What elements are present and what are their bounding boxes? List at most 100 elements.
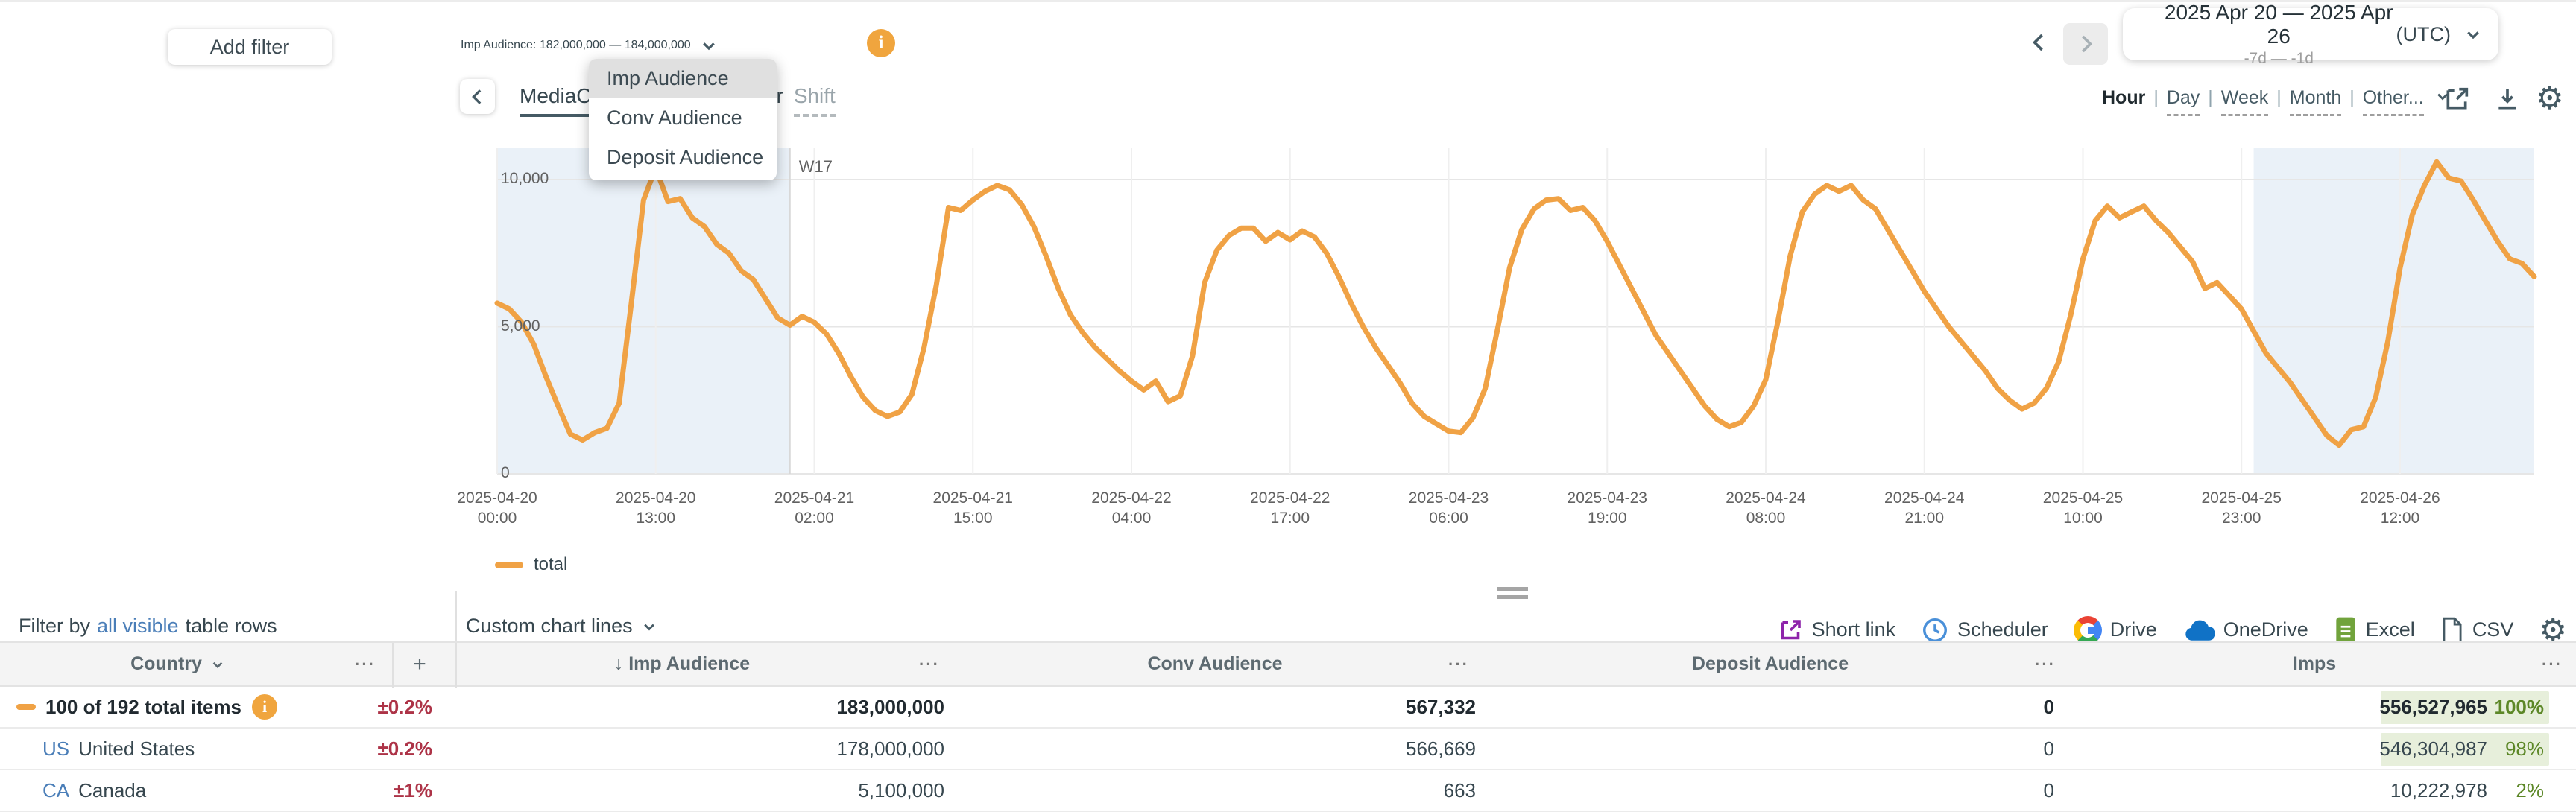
add-column-button[interactable]: + xyxy=(399,643,441,685)
x-axis-label: 2025-04-2421:00 xyxy=(1835,488,2014,528)
open-in-new-icon[interactable] xyxy=(2442,84,2472,114)
x-axis-label: 2025-04-2102:00 xyxy=(724,488,903,528)
legend-label-total: total xyxy=(534,554,567,575)
deposit-audience-cell: 0 xyxy=(1756,770,2054,811)
granularity-month[interactable]: Month xyxy=(2290,87,2341,116)
filter-by-suffix: table rows xyxy=(186,615,277,638)
chevron-down-icon xyxy=(697,34,721,57)
granularity-other[interactable]: Other... xyxy=(2363,87,2424,116)
clock-icon xyxy=(1921,616,1949,644)
row-total-label: 100 of 192 total items xyxy=(45,696,242,719)
csv-label: CSV xyxy=(2472,618,2514,641)
x-axis-label: 2025-04-2523:00 xyxy=(2152,488,2331,528)
conv-audience-cell: 566,669 xyxy=(1178,729,1476,769)
tab-media-cost[interactable]: MediaC xyxy=(520,84,591,117)
x-axis-label: 2025-04-2510:00 xyxy=(1993,488,2172,528)
excel-label: Excel xyxy=(2366,618,2415,641)
info-icon[interactable]: i xyxy=(252,694,277,720)
imp-audience-cell: 178,000,000 xyxy=(646,729,944,769)
imp-audience-cell: 5,100,000 xyxy=(646,770,944,811)
short-link-label: Short link xyxy=(1812,618,1896,641)
separator: | xyxy=(2349,87,2355,109)
granularity-day[interactable]: Day xyxy=(2167,87,2200,116)
margin-cell: ±0.2% xyxy=(283,729,432,769)
x-axis-label: 2025-04-2612:00 xyxy=(2311,488,2490,528)
imps-cell: 546,304,987 xyxy=(2264,729,2487,769)
dashboard-root: Add filter Imp Audience: 182,000,000 — 1… xyxy=(0,0,2576,812)
country-code: US xyxy=(42,738,69,761)
short-link-icon xyxy=(1777,617,1804,644)
column-more-icon[interactable]: ··· xyxy=(1436,643,1481,685)
tabs-back-button[interactable] xyxy=(460,79,495,114)
x-axis-label: 2025-04-2115:00 xyxy=(883,488,1062,528)
imps-cell: 556,527,965 xyxy=(2264,687,2487,727)
separator: | xyxy=(2153,87,2159,109)
granularity-hour[interactable]: Hour xyxy=(2102,87,2145,109)
separator: | xyxy=(2276,87,2282,109)
menu-item-imp-audience[interactable]: Imp Audience xyxy=(589,59,777,98)
imp-audience-cell: 183,000,000 xyxy=(646,687,944,727)
margin-cell: ±0.2% xyxy=(283,687,432,727)
csv-file-icon xyxy=(2440,616,2464,644)
column-more-icon[interactable]: ··· xyxy=(2530,643,2575,685)
conv-audience-cell: 663 xyxy=(1178,770,1476,811)
metric-selector[interactable]: Imp Audience: 182,000,000 — 184,000,000 xyxy=(461,31,721,60)
google-drive-icon xyxy=(2074,616,2102,644)
timezone-label: (UTC) xyxy=(2396,23,2451,46)
deposit-audience-cell: 0 xyxy=(1756,729,2054,769)
separator: | xyxy=(2208,87,2213,109)
custom-chart-lines-label: Custom chart lines xyxy=(466,615,633,638)
column-header-deposit-audience[interactable]: Deposit Audience xyxy=(1647,643,1893,685)
column-header-conv-audience[interactable]: Conv Audience xyxy=(1111,643,1319,685)
column-divider xyxy=(455,643,457,688)
menu-item-conv-audience[interactable]: Conv Audience xyxy=(589,98,777,138)
metric-selector-label: Imp Audience: 182,000,000 — 184,000,000 xyxy=(461,39,691,52)
column-more-icon[interactable]: ··· xyxy=(343,643,388,685)
onedrive-button[interactable]: OneDrive xyxy=(2182,618,2308,642)
resize-drag-handle[interactable] xyxy=(1497,587,1528,603)
onedrive-cloud-icon xyxy=(2182,618,2215,642)
imps-percent-cell: 2% xyxy=(2492,770,2544,811)
menu-item-deposit-audience[interactable]: Deposit Audience xyxy=(589,138,777,177)
date-range-relative: -7d — -1d xyxy=(2162,50,2396,68)
column-more-icon[interactable]: ··· xyxy=(2023,643,2068,685)
imps-percent-cell: 98% xyxy=(2492,729,2544,769)
date-range-title: 2025 Apr 20 — 2025 Apr 26 xyxy=(2162,1,2396,48)
drive-button[interactable]: Drive xyxy=(2074,616,2157,644)
date-range-picker[interactable]: 2025 Apr 20 — 2025 Apr 26 -7d — -1d (UTC… xyxy=(2123,8,2498,60)
filter-by-rows: Filter by all visible table rows xyxy=(19,615,277,643)
table-row[interactable]: CA Canada ±1% 5,100,000 663 0 10,222,978… xyxy=(0,770,2576,812)
country-code: CA xyxy=(42,779,69,802)
conv-audience-cell: 567,332 xyxy=(1178,687,1476,727)
info-icon[interactable]: i xyxy=(867,29,895,57)
date-prev-button[interactable] xyxy=(2026,29,2053,56)
tab-shift[interactable]: Shift xyxy=(794,84,836,117)
gear-icon[interactable]: ⚙ xyxy=(2536,80,2564,116)
column-header-imps[interactable]: Imps xyxy=(2266,643,2363,685)
excel-button[interactable]: Excel xyxy=(2334,616,2415,644)
time-series-chart[interactable]: W17 xyxy=(456,144,2576,486)
metric-dropdown-menu: Imp Audience Conv Audience Deposit Audie… xyxy=(589,59,777,180)
table-row[interactable]: US United States ±0.2% 178,000,000 566,6… xyxy=(0,729,2576,770)
granularity-week[interactable]: Week xyxy=(2221,87,2268,116)
margin-cell: ±1% xyxy=(283,770,432,811)
table-row-total[interactable]: 100 of 192 total items i ±0.2% 183,000,0… xyxy=(0,687,2576,729)
date-next-button[interactable] xyxy=(2063,23,2108,65)
filter-by-prefix: Filter by xyxy=(19,615,90,638)
filter-by-link[interactable]: all visible xyxy=(97,615,179,643)
column-header-imp-audience[interactable]: ↓ Imp Audience xyxy=(566,643,798,685)
x-axis-label: 2025-04-2217:00 xyxy=(1201,488,1380,528)
excel-file-icon xyxy=(2334,616,2358,644)
series-swatch-icon xyxy=(16,704,36,710)
short-link-button[interactable]: Short link xyxy=(1777,617,1896,644)
x-axis-label: 2025-04-2319:00 xyxy=(1518,488,1696,528)
add-filter-button[interactable]: Add filter xyxy=(168,29,332,65)
column-header-country[interactable]: Country xyxy=(104,643,253,685)
csv-button[interactable]: CSV xyxy=(2440,616,2514,644)
scheduler-button[interactable]: Scheduler xyxy=(1921,616,2048,644)
x-axis-label: 2025-04-2000:00 xyxy=(408,488,587,528)
column-more-icon[interactable]: ··· xyxy=(907,643,952,685)
scheduler-label: Scheduler xyxy=(1957,618,2048,641)
custom-chart-lines-button[interactable]: Custom chart lines xyxy=(466,615,660,645)
download-icon[interactable] xyxy=(2493,84,2522,114)
